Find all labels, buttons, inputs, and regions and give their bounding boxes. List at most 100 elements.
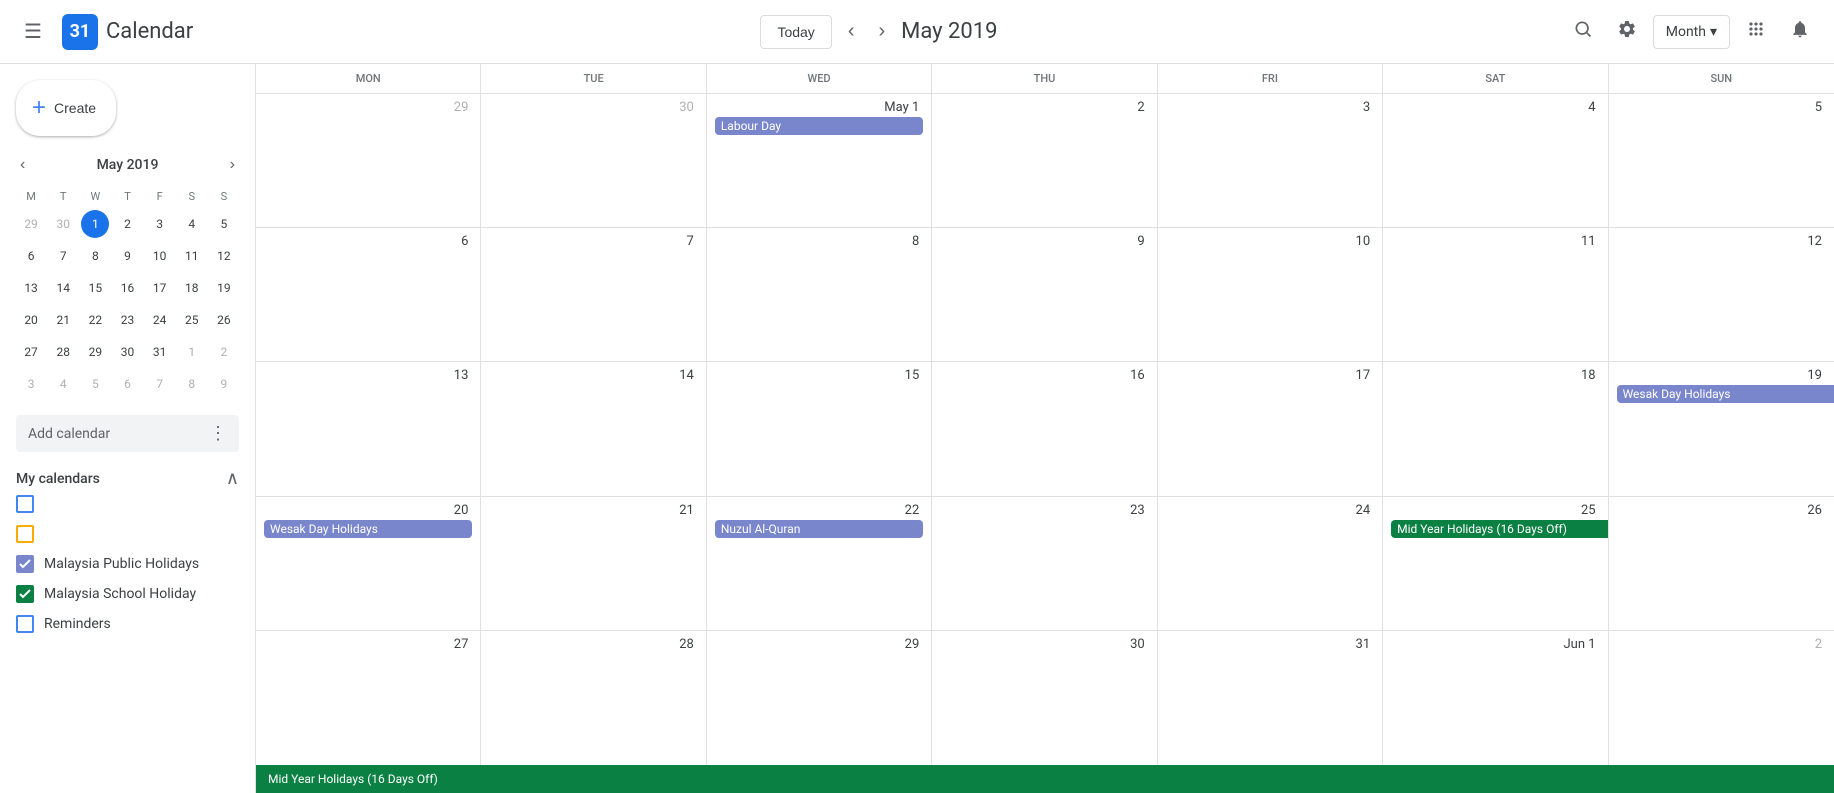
cal-checkbox[interactable] xyxy=(16,495,34,513)
mini-cal-day[interactable]: 9 xyxy=(113,242,141,270)
apps-button[interactable] xyxy=(1738,11,1774,53)
hamburger-menu[interactable]: ☰ xyxy=(16,11,50,52)
calendar-item[interactable] xyxy=(16,489,239,519)
calendar-cell[interactable]: 7 xyxy=(481,228,706,361)
mini-cal-day[interactable]: 18 xyxy=(178,274,206,302)
calendar-cell[interactable]: 31 xyxy=(1158,631,1383,765)
calendar-cell[interactable]: 8 xyxy=(707,228,932,361)
mini-cal-day[interactable]: 21 xyxy=(49,306,77,334)
calendar-cell[interactable]: 29 xyxy=(707,631,932,765)
calendar-cell[interactable]: 28 xyxy=(481,631,706,765)
create-button[interactable]: + Create xyxy=(16,80,116,136)
mini-cal-day[interactable]: 19 xyxy=(210,274,238,302)
mini-cal-day[interactable]: 23 xyxy=(113,306,141,334)
today-button[interactable]: Today xyxy=(760,15,831,49)
calendar-cell[interactable]: 5 xyxy=(1609,94,1834,227)
mini-cal-day[interactable]: 31 xyxy=(146,338,174,366)
mini-cal-day[interactable]: 15 xyxy=(81,274,109,302)
calendar-cell[interactable]: 9 xyxy=(932,228,1157,361)
mini-cal-day[interactable]: 7 xyxy=(49,242,77,270)
mini-cal-day[interactable]: 8 xyxy=(81,242,109,270)
mini-cal-day[interactable]: 26 xyxy=(210,306,238,334)
mini-cal-day[interactable]: 2 xyxy=(113,210,141,238)
calendar-cell[interactable]: 17 xyxy=(1158,362,1383,495)
calendar-cell[interactable]: 22Nuzul Al-Quran xyxy=(707,497,932,630)
calendar-cell[interactable]: 2 xyxy=(932,94,1157,227)
calendar-cell[interactable]: 19Wesak Day Holidays xyxy=(1609,362,1834,495)
calendar-cell[interactable]: 18 xyxy=(1383,362,1608,495)
calendar-cell[interactable]: May 1Labour Day xyxy=(707,94,932,227)
calendar-item[interactable]: Malaysia School Holiday xyxy=(16,579,239,609)
section-toggle[interactable]: ∧ xyxy=(226,468,239,489)
mini-cal-day[interactable]: 6 xyxy=(113,370,141,398)
mini-cal-day[interactable]: 30 xyxy=(49,210,77,238)
mini-cal-day[interactable]: 4 xyxy=(49,370,77,398)
mini-cal-day[interactable]: 17 xyxy=(146,274,174,302)
mini-cal-day[interactable]: 10 xyxy=(146,242,174,270)
mini-cal-day[interactable]: 5 xyxy=(210,210,238,238)
cal-checkbox[interactable] xyxy=(16,555,34,573)
mini-cal-day[interactable]: 16 xyxy=(113,274,141,302)
event-chip[interactable]: Mid Year Holidays (16 Days Off) xyxy=(1391,520,1607,538)
mini-cal-day[interactable]: 3 xyxy=(146,210,174,238)
mini-cal-day[interactable]: 11 xyxy=(178,242,206,270)
calendar-cell[interactable]: 26 xyxy=(1609,497,1834,630)
calendar-cell[interactable]: Jun 1 xyxy=(1383,631,1608,765)
mini-cal-next[interactable]: › xyxy=(226,152,239,178)
calendar-item[interactable]: Malaysia Public Holidays xyxy=(16,549,239,579)
calendar-cell[interactable]: 23 xyxy=(932,497,1157,630)
calendar-cell[interactable]: 15 xyxy=(707,362,932,495)
settings-button[interactable] xyxy=(1609,11,1645,53)
calendar-cell[interactable]: 14 xyxy=(481,362,706,495)
prev-month-button[interactable]: ‹ xyxy=(840,12,863,51)
mini-cal-day[interactable]: 1 xyxy=(81,210,109,238)
add-calendar-row[interactable]: Add calendar ⋮ xyxy=(16,415,239,452)
mini-cal-day[interactable]: 4 xyxy=(178,210,206,238)
mini-cal-day[interactable]: 27 xyxy=(17,338,45,366)
mini-cal-day[interactable]: 29 xyxy=(17,210,45,238)
cal-checkbox[interactable] xyxy=(16,525,34,543)
mini-cal-day[interactable]: 14 xyxy=(49,274,77,302)
calendar-cell[interactable]: 2 xyxy=(1609,631,1834,765)
event-chip[interactable]: Labour Day xyxy=(715,117,923,135)
calendar-cell[interactable]: 13 xyxy=(256,362,481,495)
calendar-item[interactable] xyxy=(16,519,239,549)
cal-checkbox[interactable] xyxy=(16,615,34,633)
notifications-button[interactable] xyxy=(1782,11,1818,53)
mini-cal-day[interactable]: 29 xyxy=(81,338,109,366)
event-chip[interactable]: Nuzul Al-Quran xyxy=(715,520,923,538)
add-calendar-more-icon[interactable]: ⋮ xyxy=(209,423,227,444)
mini-cal-day[interactable]: 6 xyxy=(17,242,45,270)
mini-cal-day[interactable]: 5 xyxy=(81,370,109,398)
mini-cal-day[interactable]: 22 xyxy=(81,306,109,334)
calendar-cell[interactable]: 20Wesak Day Holidays xyxy=(256,497,481,630)
mini-cal-day[interactable]: 25 xyxy=(178,306,206,334)
calendar-cell[interactable]: 30 xyxy=(481,94,706,227)
calendar-cell[interactable]: 6 xyxy=(256,228,481,361)
mini-cal-day[interactable]: 12 xyxy=(210,242,238,270)
calendar-cell[interactable]: 24 xyxy=(1158,497,1383,630)
mini-cal-day[interactable]: 20 xyxy=(17,306,45,334)
mini-cal-day[interactable]: 8 xyxy=(178,370,206,398)
view-selector[interactable]: Month ▾ xyxy=(1653,15,1730,49)
next-month-button[interactable]: › xyxy=(870,12,893,51)
calendar-cell[interactable]: 30 xyxy=(932,631,1157,765)
calendar-cell[interactable]: 10 xyxy=(1158,228,1383,361)
event-chip[interactable]: Wesak Day Holidays xyxy=(1617,385,1834,403)
mini-cal-prev[interactable]: ‹ xyxy=(16,152,29,178)
event-chip[interactable]: Wesak Day Holidays xyxy=(264,520,472,538)
calendar-cell[interactable]: 29 xyxy=(256,94,481,227)
calendar-cell[interactable]: 12 xyxy=(1609,228,1834,361)
calendar-cell[interactable]: 4 xyxy=(1383,94,1608,227)
cal-checkbox[interactable] xyxy=(16,585,34,603)
mini-cal-day[interactable]: 7 xyxy=(146,370,174,398)
mini-cal-day[interactable]: 3 xyxy=(17,370,45,398)
calendar-item[interactable]: Reminders xyxy=(16,609,239,639)
mini-cal-day[interactable]: 2 xyxy=(210,338,238,366)
search-button[interactable] xyxy=(1565,11,1601,53)
mini-cal-day[interactable]: 24 xyxy=(146,306,174,334)
mini-cal-day[interactable]: 28 xyxy=(49,338,77,366)
calendar-cell[interactable]: 21 xyxy=(481,497,706,630)
calendar-cell[interactable]: 27 xyxy=(256,631,481,765)
mini-cal-day[interactable]: 13 xyxy=(17,274,45,302)
